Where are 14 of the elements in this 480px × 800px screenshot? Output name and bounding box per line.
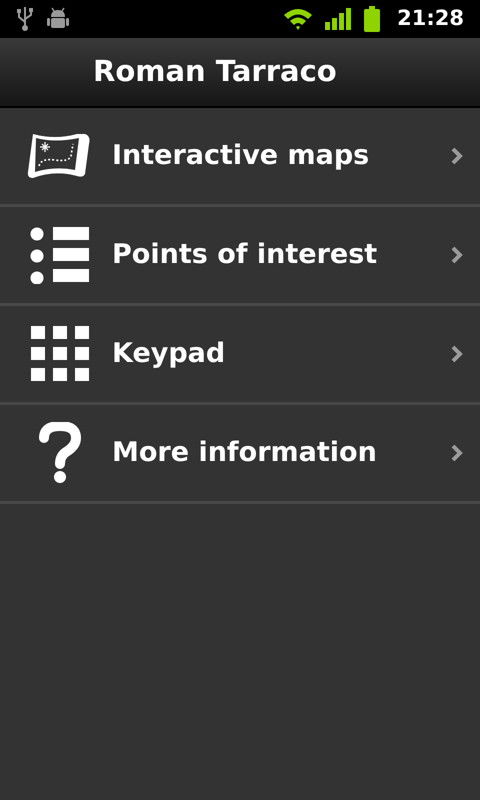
chevron-right-icon [450,245,464,265]
clock: 21:28 [397,5,464,32]
battery-icon [363,6,382,32]
chevron-right-icon [450,443,464,463]
wifi-icon [283,7,314,31]
app-title: Roman Tarraco [93,53,337,90]
list-icon [30,226,90,284]
chevron-right-icon [450,146,464,166]
robot-icon [46,7,70,31]
signal-icon [325,8,352,30]
usb-icon [16,6,34,32]
question-mark-icon [38,422,82,484]
chevron-right-icon [450,344,464,364]
keypad-icon [31,326,89,382]
